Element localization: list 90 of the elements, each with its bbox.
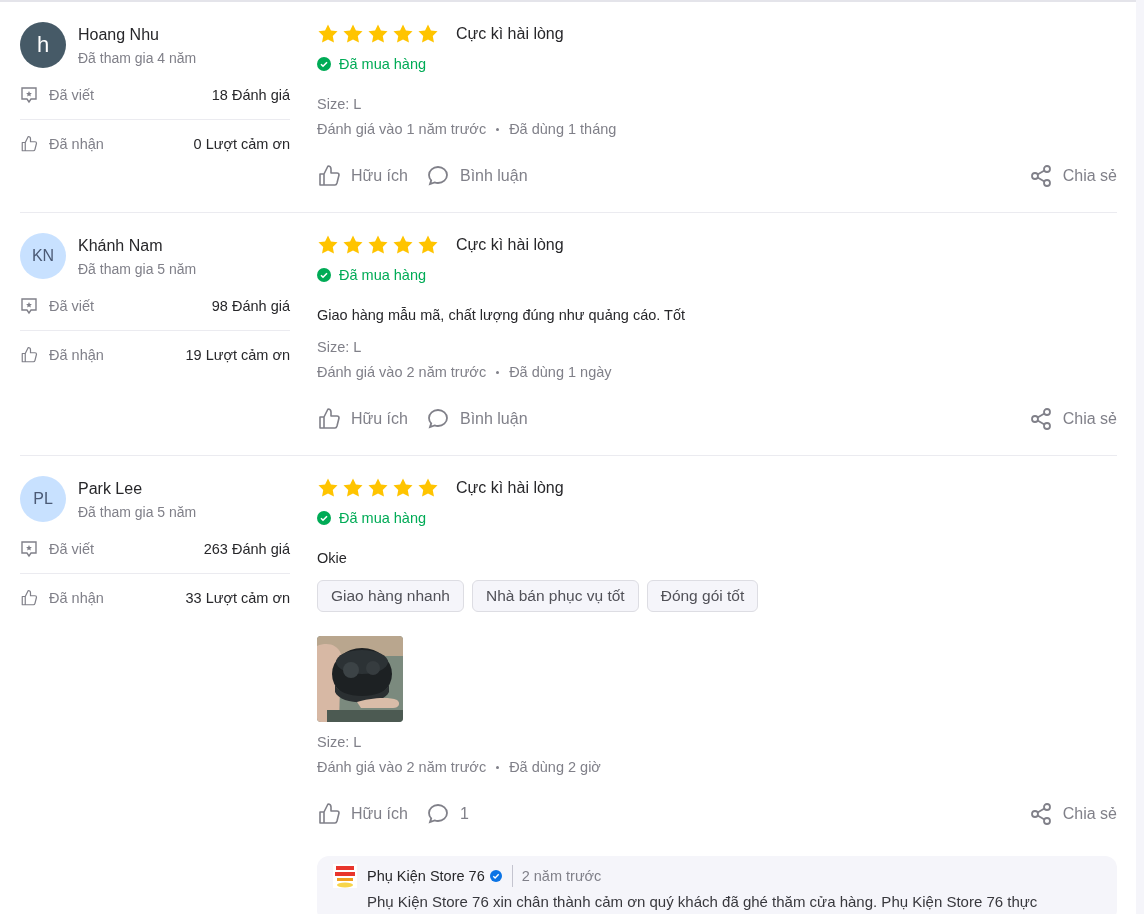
- review-icon: [20, 86, 38, 104]
- share-icon: [1028, 164, 1053, 188]
- review-date: Đánh giá vào 1 năm trước: [317, 120, 487, 139]
- thanks-count: 0 Lượt cảm ơn: [193, 136, 290, 152]
- reviewer-name: Khánh Nam: [78, 235, 164, 256]
- thumbs-up-icon: [20, 135, 38, 153]
- comment-button[interactable]: 1: [425, 802, 469, 826]
- thumbs-up-icon: [20, 589, 38, 607]
- size-label: Size: L: [317, 733, 363, 752]
- avatar: PL: [20, 476, 66, 522]
- check-circle-icon: [317, 57, 331, 71]
- size-label: Size: L: [317, 95, 363, 114]
- reply-text: Phụ Kiện Store 76 xin chân thành cảm ơn quý khách đã ghé thăm cửa hàng. Phụ Kiện Store 76 thực: [367, 892, 1039, 912]
- thumbs-up-icon: [317, 802, 341, 826]
- separator-dot: [496, 370, 500, 374]
- reviewer-name: Hoang Nhu: [78, 24, 160, 45]
- purchase-status: Đã mua hàng: [339, 509, 427, 528]
- separator-dot: [496, 765, 500, 769]
- star-icon: [342, 23, 364, 45]
- review-count: 18 Đánh giá: [211, 87, 290, 103]
- star-icon: [367, 234, 389, 256]
- thanks-count: 33 Lượt cảm ơn: [185, 590, 290, 606]
- review-text: Okie: [317, 549, 348, 568]
- review-tag[interactable]: Nhà bán phục vụ tốt: [471, 580, 639, 612]
- review-tag[interactable]: Đóng gói tốt: [646, 580, 759, 612]
- share-icon: [1028, 407, 1053, 431]
- size-label: Size: L: [317, 338, 363, 357]
- star-icon: [392, 477, 414, 499]
- review-icon: [20, 297, 38, 315]
- review-date: Đánh giá vào 2 năm trước: [317, 758, 487, 777]
- check-circle-icon: [317, 268, 331, 282]
- thumbs-up-icon: [317, 407, 341, 431]
- avatar: KN: [20, 233, 66, 279]
- join-duration: Đã tham gia 5 năm: [78, 502, 197, 522]
- separator-dot: [496, 127, 500, 131]
- reply-time: 2 năm trước: [511, 865, 602, 887]
- helpful-button[interactable]: Hữu ích: [317, 164, 408, 188]
- speech-bubble-icon: [425, 407, 450, 431]
- speech-bubble-icon: [425, 164, 450, 188]
- speech-bubble-icon: [425, 802, 450, 826]
- usage-duration: Đã dùng 1 ngày: [509, 363, 612, 382]
- helpful-button[interactable]: Hữu ích: [317, 802, 408, 826]
- star-icon: [417, 234, 439, 256]
- stat-label: Đã nhận: [49, 136, 105, 152]
- share-button[interactable]: Chia sẻ: [1028, 802, 1117, 826]
- seller-name[interactable]: Phụ Kiện Store 76: [367, 868, 485, 884]
- join-duration: Đã tham gia 4 năm: [78, 48, 197, 68]
- star-icon: [392, 23, 414, 45]
- avatar: h: [20, 22, 66, 68]
- star-icon: [342, 477, 364, 499]
- thumbs-up-icon: [20, 346, 38, 364]
- verified-badge-icon: [489, 870, 502, 882]
- star-icon: [417, 477, 439, 499]
- star-icon: [392, 234, 414, 256]
- comment-button[interactable]: Bình luận: [425, 164, 528, 188]
- thumbs-up-icon: [317, 164, 341, 188]
- review-date: Đánh giá vào 2 năm trước: [317, 363, 487, 382]
- rating-label: Cực kì hài lòng: [456, 479, 564, 497]
- stat-label: Đã viết: [49, 87, 96, 103]
- review-count: 98 Đánh giá: [211, 298, 290, 314]
- thanks-count: 19 Lượt cảm ơn: [185, 347, 290, 363]
- stat-label: Đã viết: [49, 541, 96, 557]
- usage-duration: Đã dùng 1 tháng: [509, 120, 617, 139]
- join-duration: Đã tham gia 5 năm: [78, 259, 197, 279]
- comment-button[interactable]: Bình luận: [425, 407, 528, 431]
- share-button[interactable]: Chia sẻ: [1028, 164, 1117, 188]
- share-button[interactable]: Chia sẻ: [1028, 407, 1117, 431]
- review-icon: [20, 540, 38, 558]
- review-tag[interactable]: Giao hàng nhanh: [317, 580, 464, 612]
- purchase-status: Đã mua hàng: [339, 55, 427, 74]
- star-icon: [367, 477, 389, 499]
- rating-label: Cực kì hài lòng: [456, 25, 564, 43]
- stat-label: Đã nhận: [49, 347, 105, 363]
- star-icon: [417, 23, 439, 45]
- usage-duration: Đã dùng 2 giờ: [509, 758, 601, 777]
- star-icon: [317, 477, 339, 499]
- stat-label: Đã viết: [49, 298, 96, 314]
- reviewer-name: Park Lee: [78, 478, 144, 499]
- star-icon: [317, 23, 339, 45]
- star-icon: [342, 234, 364, 256]
- stat-label: Đã nhận: [49, 590, 105, 606]
- star-icon: [317, 234, 339, 256]
- rating-label: Cực kì hài lòng: [456, 236, 564, 254]
- check-circle-icon: [317, 511, 331, 525]
- review-count: 263 Đánh giá: [203, 541, 290, 557]
- star-icon: [367, 23, 389, 45]
- review-text: Giao hàng mẫu mã, chất lượng đúng như quảng cáo. Tốt: [317, 306, 687, 325]
- helpful-button[interactable]: Hữu ích: [317, 407, 408, 431]
- share-icon: [1028, 802, 1053, 826]
- purchase-status: Đã mua hàng: [339, 266, 427, 285]
